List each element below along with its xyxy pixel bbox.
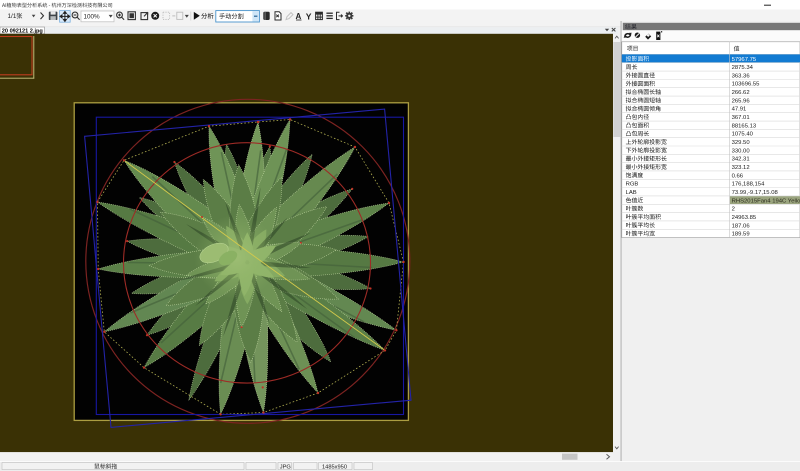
svg-text:187.06: 187.06 bbox=[732, 223, 751, 229]
svg-text:342.31: 342.31 bbox=[732, 157, 750, 163]
svg-text:1485x950: 1485x950 bbox=[322, 464, 347, 470]
svg-text:LAB: LAB bbox=[626, 190, 637, 196]
svg-text:57967.75: 57967.75 bbox=[732, 57, 757, 63]
svg-text:2875.34: 2875.34 bbox=[732, 65, 754, 71]
svg-text:189.59: 189.59 bbox=[732, 232, 750, 238]
svg-text:24963.85: 24963.85 bbox=[732, 215, 757, 221]
svg-text:RHS2015Fan4 194C Yellow: RHS2015Fan4 194C Yellow bbox=[732, 198, 800, 204]
svg-text:1075.40: 1075.40 bbox=[732, 132, 754, 138]
svg-text:47.91: 47.91 bbox=[732, 107, 747, 113]
svg-text:329.50: 329.50 bbox=[732, 140, 751, 146]
svg-text:176,188,154: 176,188,154 bbox=[732, 182, 765, 188]
svg-text:1/1: 1/1 bbox=[8, 13, 17, 20]
svg-text:2: 2 bbox=[732, 207, 735, 213]
svg-text:88165.13: 88165.13 bbox=[732, 123, 757, 129]
svg-text:330.00: 330.00 bbox=[732, 148, 751, 154]
svg-text:266.62: 266.62 bbox=[732, 90, 750, 96]
svg-text:JPG: JPG bbox=[280, 464, 291, 470]
svg-text:367.01: 367.01 bbox=[732, 115, 750, 121]
svg-text:265.96: 265.96 bbox=[732, 98, 751, 104]
svg-text:100%: 100% bbox=[84, 13, 101, 20]
svg-text:0.66: 0.66 bbox=[732, 173, 744, 179]
svg-text:363.36: 363.36 bbox=[732, 73, 751, 79]
svg-text:73.99,-9.17,15.08: 73.99,-9.17,15.08 bbox=[732, 190, 779, 196]
svg-text:Y: Y bbox=[306, 11, 312, 21]
svg-text:103696.55: 103696.55 bbox=[732, 82, 761, 88]
svg-text:323.12: 323.12 bbox=[732, 165, 750, 171]
svg-text:20 092121 2.jpg: 20 092121 2.jpg bbox=[2, 29, 44, 35]
svg-text:RGB: RGB bbox=[626, 182, 639, 188]
